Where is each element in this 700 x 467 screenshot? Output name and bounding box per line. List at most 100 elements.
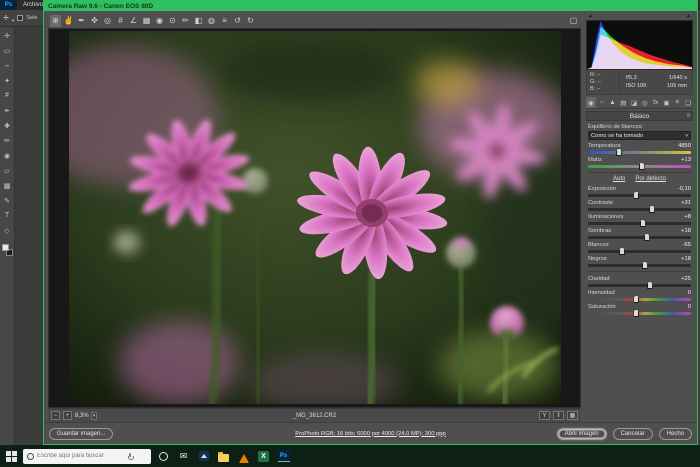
slider-thumb[interactable] [619, 247, 625, 255]
tool-magic-wand[interactable]: ✦ [2, 75, 13, 86]
tab-curva-tonos[interactable]: ~ [597, 97, 607, 108]
highlight-clipping-icon[interactable]: ▲ [686, 13, 691, 20]
zoom-in-button[interactable]: + [63, 411, 72, 420]
photoshop-taskbar-icon[interactable]: Ps [276, 449, 291, 464]
slider-value[interactable]: 0 [688, 304, 691, 310]
auto-link[interactable]: Auto [613, 176, 625, 182]
tab-correcciones-lente[interactable]: ◎ [640, 97, 650, 108]
slider-thumb[interactable] [616, 148, 622, 156]
toggle-fullscreen-icon[interactable]: ▢ [568, 15, 579, 27]
slider-track[interactable] [588, 208, 691, 211]
slider-value[interactable]: +31 [681, 200, 691, 206]
preview-mode-button[interactable]: Y [539, 411, 550, 420]
tool-gradient[interactable]: ▩ [2, 180, 13, 191]
adjustment-brush-icon[interactable]: ✏ [180, 15, 191, 27]
start-button[interactable] [4, 449, 18, 463]
slider-track[interactable] [588, 312, 691, 315]
slider-track[interactable] [588, 264, 691, 267]
tool-brush[interactable]: ✏ [2, 135, 13, 146]
microphone-icon[interactable] [128, 453, 132, 460]
slider-thumb[interactable] [633, 191, 639, 199]
taskbar-search[interactable] [23, 449, 151, 464]
mail-icon[interactable]: ✉ [176, 449, 191, 464]
tool-lasso[interactable]: ∽ [2, 60, 13, 71]
preferences-icon[interactable]: ≡ [219, 15, 230, 27]
cancel-button[interactable]: Cancelar [613, 428, 653, 440]
slider-track[interactable] [588, 165, 691, 168]
slider-thumb[interactable] [633, 295, 639, 303]
slider-thumb[interactable] [639, 162, 645, 170]
tab-hsl[interactable]: ▤ [618, 97, 628, 108]
shadow-clipping-icon[interactable]: ▲ [588, 13, 593, 20]
slider-value[interactable]: +18 [681, 256, 691, 262]
slider-thumb[interactable] [640, 219, 646, 227]
hand-icon[interactable]: ✌ [63, 15, 74, 27]
white-balance-select[interactable]: Como se ha tomado [588, 131, 691, 140]
slider-track[interactable] [588, 298, 691, 301]
save-image-button[interactable]: Guardar imagen... [49, 428, 113, 440]
tool-move[interactable]: ✛ [2, 30, 13, 41]
excel-icon[interactable]: X [256, 449, 271, 464]
open-image-button[interactable]: Abrir imagen [557, 428, 607, 440]
file-explorer-icon[interactable] [216, 449, 231, 464]
done-button[interactable]: Hecho [659, 428, 692, 440]
radial-filter-icon[interactable]: ◍ [206, 15, 217, 27]
slider-thumb[interactable] [633, 309, 639, 317]
color-swatches[interactable] [2, 244, 13, 256]
tool-clone-stamp[interactable]: ◉ [2, 150, 13, 161]
tab-detalle[interactable]: ▲ [608, 97, 618, 108]
rotate-left-icon[interactable]: ↺ [232, 15, 243, 27]
red-eye-icon[interactable]: ⊙ [167, 15, 178, 27]
slider-value[interactable]: +25 [681, 276, 691, 282]
slider-track[interactable] [588, 284, 691, 287]
tool-pen[interactable]: ✎ [2, 195, 13, 206]
dialog-titlebar[interactable]: Camera Raw 9.6 - Canon EOS 80D [44, 1, 697, 11]
tab-efectos[interactable]: fx [651, 97, 661, 108]
vlc-icon[interactable] [236, 449, 251, 464]
slider-thumb[interactable] [647, 281, 653, 289]
graduated-filter-icon[interactable]: ◧ [193, 15, 204, 27]
slider-value[interactable]: 0 [688, 290, 691, 296]
slider-track[interactable] [588, 194, 691, 197]
white-balance-icon[interactable]: ✒ [76, 15, 87, 27]
slider-track[interactable] [588, 250, 691, 253]
zoom-icon[interactable]: ⊕ [50, 15, 61, 27]
slider-thumb[interactable] [642, 261, 648, 269]
preview-settings-button[interactable]: ▦ [567, 411, 578, 420]
slider-track[interactable] [588, 236, 691, 239]
slider-value[interactable]: +13 [681, 157, 691, 163]
slider-track[interactable] [588, 222, 691, 225]
slider-value[interactable]: -65 [683, 242, 691, 248]
before-after-swap-button[interactable]: ‖ [553, 411, 564, 420]
menu-archivo[interactable]: Archivo [23, 2, 43, 8]
tool-healing[interactable]: ✚ [2, 120, 13, 131]
slider-track[interactable] [588, 151, 691, 154]
foreground-color-swatch[interactable] [2, 244, 9, 251]
spot-removal-icon[interactable]: ◉ [154, 15, 165, 27]
tab-virado[interactable]: ◪ [629, 97, 639, 108]
slider-value[interactable]: 4850 [678, 143, 691, 149]
tab-calibracion-camara[interactable]: ▣ [662, 97, 672, 108]
chevron-down-icon[interactable] [12, 10, 15, 27]
default-link[interactable]: Por defecto [635, 176, 666, 182]
rotate-right-icon[interactable]: ↻ [245, 15, 256, 27]
color-sampler-icon[interactable]: ✜ [89, 15, 100, 27]
photo-preview[interactable] [69, 31, 561, 404]
slider-value[interactable]: +18 [681, 228, 691, 234]
auto-select-checkbox[interactable] [17, 15, 23, 21]
slider-thumb[interactable] [649, 205, 655, 213]
panel-menu-icon[interactable]: ≡ [686, 113, 690, 119]
tab-ajustes-preestablecidos[interactable]: ≡ [672, 97, 682, 108]
zoom-level-select[interactable]: 8,3% [75, 413, 97, 419]
slider-value[interactable]: +8 [684, 214, 691, 220]
straighten-icon[interactable]: ∠ [128, 15, 139, 27]
zoom-out-button[interactable]: − [51, 411, 60, 420]
tool-eyedropper[interactable]: ✒ [2, 105, 13, 116]
slider-value[interactable]: -0,10 [678, 186, 691, 192]
task-view-button[interactable] [156, 449, 171, 464]
tool-marquee[interactable]: ▭ [2, 45, 13, 56]
photos-icon[interactable] [196, 449, 211, 464]
tab-basico[interactable]: ◉ [586, 97, 596, 108]
tool-eraser[interactable]: ▱ [2, 165, 13, 176]
tool-type[interactable]: T [2, 210, 13, 221]
